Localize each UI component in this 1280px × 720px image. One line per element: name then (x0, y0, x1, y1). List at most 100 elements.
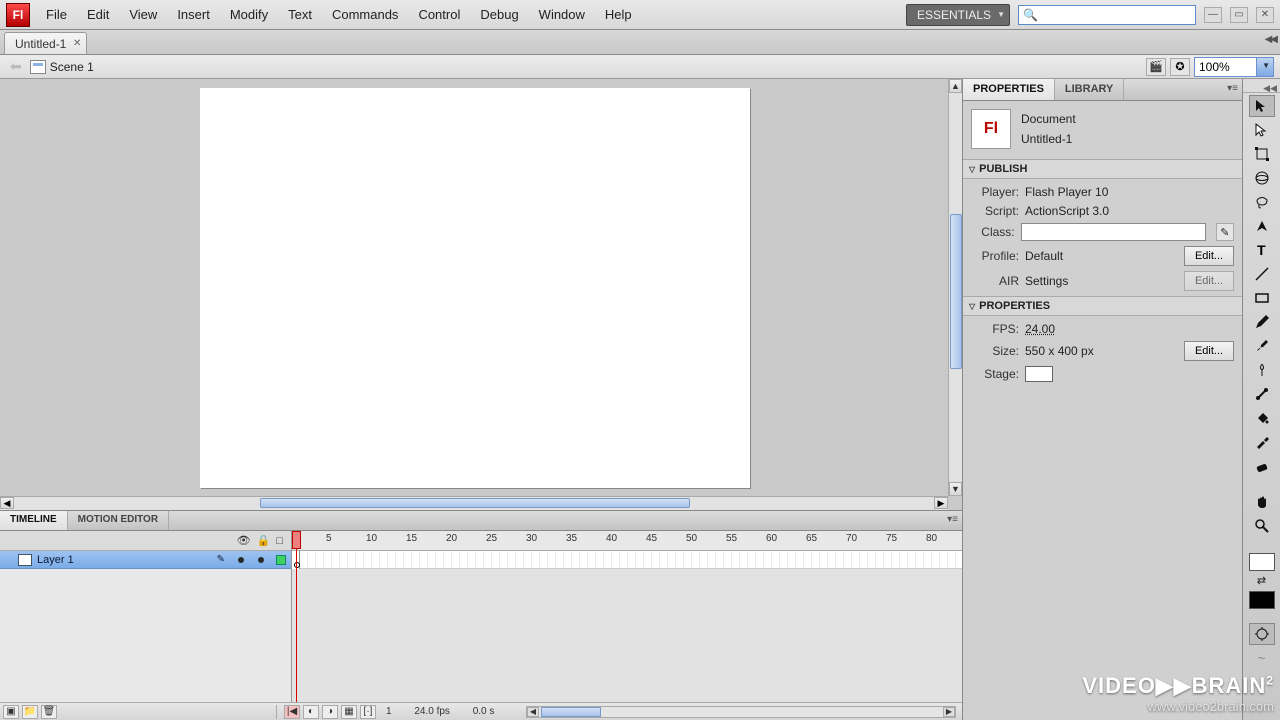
stage-vscroll[interactable]: ▲ ▼ (948, 79, 962, 496)
layer-name[interactable]: Layer 1 (37, 554, 217, 566)
menu-debug[interactable]: Debug (470, 1, 528, 28)
text-tool[interactable]: T (1249, 239, 1275, 261)
tab-library[interactable]: LIBRARY (1055, 79, 1124, 100)
profile-label: Profile: (971, 249, 1019, 263)
bone-tool[interactable] (1249, 383, 1275, 405)
properties-section-head[interactable]: ▽PROPERTIES (963, 296, 1242, 316)
timeline-options-icon[interactable]: ▾≡ (947, 514, 958, 525)
menu-view[interactable]: View (119, 1, 167, 28)
frames-row[interactable] (292, 551, 962, 569)
fill-color-swatch[interactable] (1249, 591, 1275, 609)
hscroll-thumb[interactable] (260, 498, 690, 508)
stage-hscroll[interactable]: ◀ ▶ (0, 496, 948, 510)
pencil-tool[interactable] (1249, 311, 1275, 333)
free-transform-tool[interactable] (1249, 143, 1275, 165)
pen-tool[interactable] (1249, 215, 1275, 237)
menu-text[interactable]: Text (278, 1, 322, 28)
menu-modify[interactable]: Modify (220, 1, 278, 28)
publish-section-head[interactable]: ▽PUBLISH (963, 159, 1242, 179)
menu-file[interactable]: File (36, 1, 77, 28)
stage-color-swatch[interactable] (1025, 366, 1053, 382)
fps-value[interactable]: 24.00 (1025, 322, 1055, 336)
menu-help[interactable]: Help (595, 1, 642, 28)
layer-row[interactable]: Layer 1 ✎ (0, 551, 291, 569)
onion-skin-outlines-button[interactable]: ◑ (322, 705, 338, 719)
scroll-left-icon[interactable]: ◀ (0, 497, 14, 509)
edit-bar: ⬅ Scene 1 🎬 ✪ 100% (0, 55, 1280, 79)
document-tab[interactable]: Untitled-1 ✕ (4, 32, 87, 54)
timeline-scroll-right-icon[interactable]: ▶ (943, 707, 955, 717)
scroll-up-icon[interactable]: ▲ (949, 79, 962, 93)
selection-tool[interactable] (1249, 95, 1275, 117)
tools-collapse-icon[interactable]: ◀◀ (1243, 83, 1280, 93)
maximize-button[interactable]: ▭ (1230, 7, 1248, 23)
stroke-color-swatch[interactable] (1249, 553, 1275, 571)
rectangle-tool[interactable] (1249, 287, 1275, 309)
tab-timeline[interactable]: TIMELINE (0, 511, 68, 530)
edit-class-icon[interactable]: ✎ (1216, 223, 1234, 241)
eyedropper-tool[interactable] (1249, 431, 1275, 453)
frames-column[interactable]: 1 5 10 15 20 25 30 35 40 45 50 55 60 65 … (292, 531, 962, 702)
brush-tool[interactable] (1249, 335, 1275, 357)
vscroll-thumb[interactable] (950, 214, 962, 369)
timeline-hscroll[interactable]: ◀ ▶ (526, 706, 956, 718)
nav-back-icon[interactable]: ⬅ (6, 58, 26, 75)
document-tab-row: Untitled-1 ✕ ◀◀ (0, 30, 1280, 55)
profile-edit-button[interactable]: Edit... (1184, 246, 1234, 266)
outline-column-icon[interactable]: □ (276, 535, 283, 547)
ruler-tick: 55 (726, 533, 737, 544)
delete-layer-button[interactable]: 🗑 (41, 705, 57, 719)
eraser-tool[interactable] (1249, 455, 1275, 477)
edit-scene-button[interactable]: 🎬 (1146, 58, 1166, 76)
line-tool[interactable] (1249, 263, 1275, 285)
search-input[interactable]: 🔍 (1018, 5, 1196, 25)
hand-tool[interactable] (1249, 491, 1275, 513)
zoom-tool[interactable] (1249, 515, 1275, 537)
layer-visible-dot[interactable] (238, 557, 244, 563)
3d-rotation-tool[interactable] (1249, 167, 1275, 189)
stage-canvas[interactable] (200, 88, 750, 488)
subselection-tool[interactable] (1249, 119, 1275, 141)
new-layer-button[interactable]: ▣ (3, 705, 19, 719)
visibility-column-icon[interactable]: 👁 (237, 534, 251, 547)
menu-insert[interactable]: Insert (167, 1, 220, 28)
size-edit-button[interactable]: Edit... (1184, 341, 1234, 361)
layer-outline-swatch[interactable] (276, 555, 286, 565)
timeline-scroll-thumb[interactable] (541, 707, 601, 717)
scroll-down-icon[interactable]: ▼ (949, 482, 962, 496)
scene-label[interactable]: Scene 1 (50, 60, 94, 74)
ruler-tick: 25 (486, 533, 497, 544)
timeline-scroll-left-icon[interactable]: ◀ (527, 707, 539, 717)
close-icon[interactable]: ✕ (73, 38, 81, 49)
lock-column-icon[interactable]: 🔒 (257, 534, 271, 547)
goto-first-frame-button[interactable]: |◀ (284, 705, 300, 719)
lasso-tool[interactable] (1249, 191, 1275, 213)
menu-window[interactable]: Window (529, 1, 595, 28)
edit-multiple-frames-button[interactable]: ▦ (341, 705, 357, 719)
deco-tool[interactable] (1249, 359, 1275, 381)
minimize-button[interactable]: — (1204, 7, 1222, 23)
new-folder-button[interactable]: 📁 (22, 705, 38, 719)
menu-control[interactable]: Control (408, 1, 470, 28)
layer-lock-dot[interactable] (258, 557, 264, 563)
edit-symbols-button[interactable]: ✪ (1170, 58, 1190, 76)
zoom-combo[interactable]: 100% (1194, 57, 1274, 77)
menu-commands[interactable]: Commands (322, 1, 408, 28)
close-button[interactable]: ✕ (1256, 7, 1274, 23)
scroll-right-icon[interactable]: ▶ (934, 497, 948, 509)
workspace-switcher[interactable]: ESSENTIALS (906, 4, 1010, 26)
snap-to-objects-button[interactable] (1249, 623, 1275, 645)
onion-skin-button[interactable]: ◐ (303, 705, 319, 719)
tab-motion-editor[interactable]: MOTION EDITOR (68, 511, 169, 530)
class-input[interactable] (1021, 223, 1206, 241)
paint-bucket-tool[interactable] (1249, 407, 1275, 429)
modify-markers-button[interactable]: [·] (360, 705, 376, 719)
swap-colors-icon[interactable]: ⇄ (1249, 573, 1275, 587)
playhead-handle[interactable] (292, 531, 301, 549)
tab-properties[interactable]: PROPERTIES (963, 79, 1055, 100)
playhead-line[interactable] (296, 531, 297, 702)
timeline-ruler[interactable]: 1 5 10 15 20 25 30 35 40 45 50 55 60 65 … (292, 531, 962, 551)
collapse-panels-icon[interactable]: ◀◀ (1265, 34, 1276, 45)
menu-edit[interactable]: Edit (77, 1, 119, 28)
panel-options-icon[interactable]: ▾≡ (1227, 83, 1238, 94)
